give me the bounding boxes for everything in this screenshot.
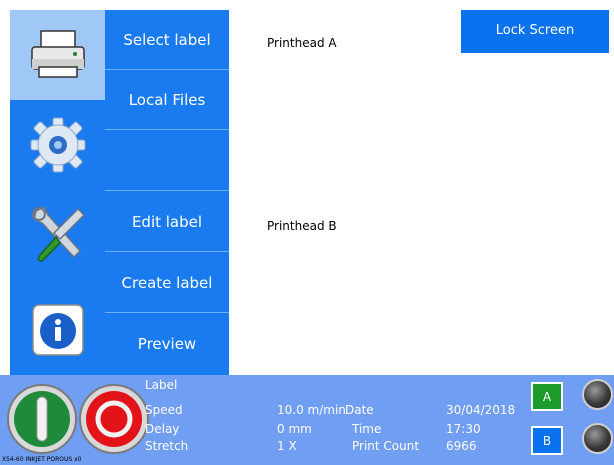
menu-empty-slot[interactable]: [105, 131, 229, 191]
menu-create-label[interactable]: Create label: [105, 253, 229, 313]
icon-sidebar: [10, 10, 105, 375]
time-value: 17:30: [446, 422, 481, 436]
lock-screen-button[interactable]: Lock Screen: [461, 10, 609, 53]
gear-icon: [30, 117, 85, 173]
wrench-screwdriver-icon: [31, 205, 85, 262]
time-key: Time: [352, 422, 382, 436]
label-key: Label: [145, 378, 178, 392]
delay-value: 0 mm: [277, 422, 312, 436]
menu-preview[interactable]: Preview: [105, 314, 229, 374]
status-bar: Label Speed Delay Stretch 10.0 m/min 0 m…: [0, 375, 614, 465]
info-tab[interactable]: [10, 285, 105, 375]
printhead-a-title: Printhead A: [267, 36, 337, 50]
printhead-a-status-indicator: [582, 379, 613, 410]
label-menu: Select label Local Files Edit label Crea…: [105, 10, 229, 375]
printhead-a-button[interactable]: A: [531, 382, 563, 411]
stop-button[interactable]: [78, 383, 150, 455]
speed-key: Speed: [145, 403, 183, 417]
speed-value: 10.0 m/min: [277, 403, 346, 417]
menu-select-label[interactable]: Select label: [105, 10, 229, 70]
printhead-b-status-indicator: [582, 423, 613, 454]
stretch-value: 1 X: [277, 439, 297, 453]
printhead-b-title: Printhead B: [267, 219, 337, 233]
tools-tab[interactable]: [10, 190, 105, 280]
start-button[interactable]: [6, 383, 78, 455]
date-key: Date: [345, 403, 374, 417]
printer-icon: [30, 30, 85, 78]
menu-local-files[interactable]: Local Files: [105, 70, 229, 130]
info-icon: [31, 304, 84, 356]
delay-key: Delay: [145, 422, 180, 436]
print-count-key: Print Count: [352, 439, 420, 453]
footer-note: X54-60 INKJET POROUS x0: [2, 456, 82, 463]
printer-tab[interactable]: [10, 10, 105, 100]
settings-tab[interactable]: [10, 100, 105, 190]
date-value: 30/04/2018: [446, 403, 516, 417]
menu-edit-label[interactable]: Edit label: [105, 192, 229, 252]
print-count-value: 6966: [446, 439, 477, 453]
stretch-key: Stretch: [145, 439, 189, 453]
printhead-b-button[interactable]: B: [531, 426, 563, 455]
